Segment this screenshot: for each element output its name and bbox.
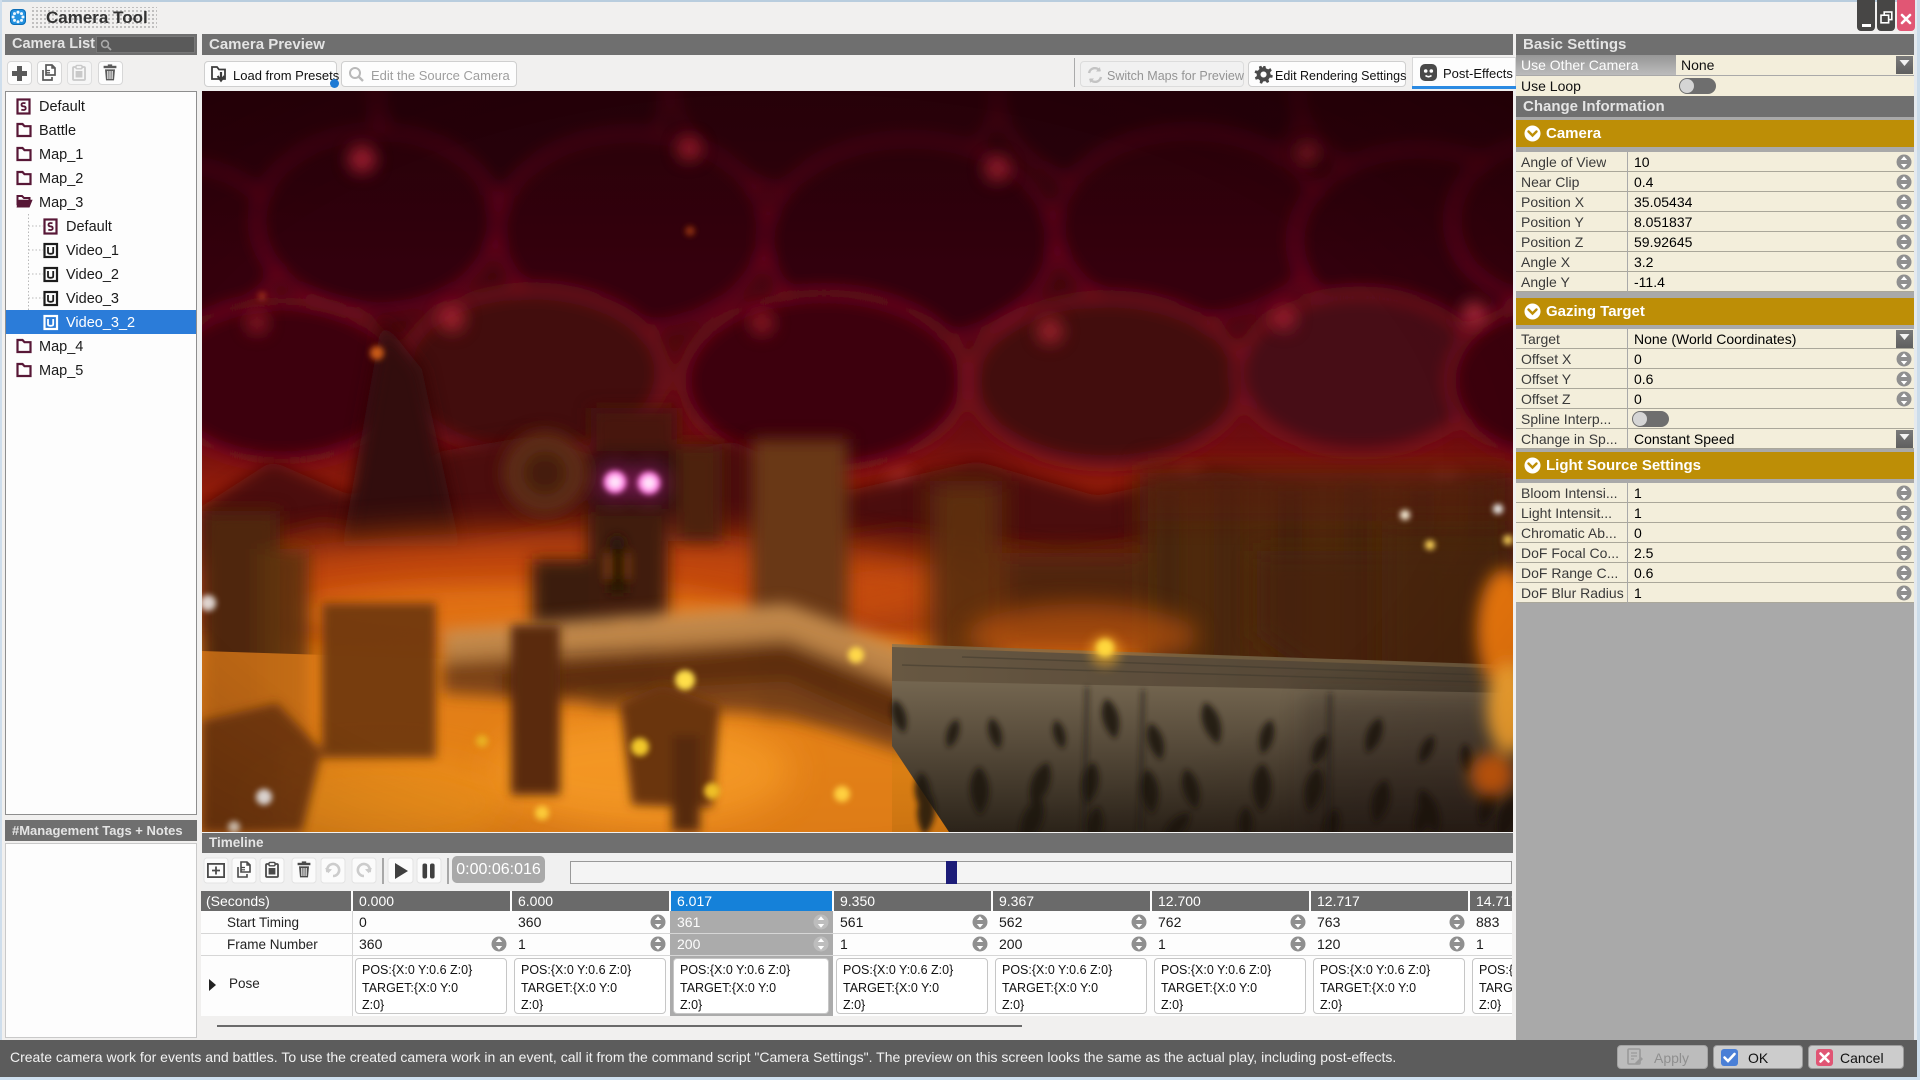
svg-text:Video_3: Video_3	[66, 291, 119, 307]
svg-text:Video_2: Video_2	[66, 267, 119, 283]
svg-text:Map_2: Map_2	[39, 171, 83, 187]
svg-text:Map_4: Map_4	[39, 339, 83, 355]
svg-text:Map_3: Map_3	[39, 195, 83, 211]
svg-text:Video_1: Video_1	[66, 243, 119, 259]
svg-text:Map_1: Map_1	[39, 147, 83, 163]
svg-text:Default: Default	[39, 99, 85, 115]
svg-text:Default: Default	[66, 219, 112, 235]
svg-text:Video_3_2: Video_3_2	[66, 315, 135, 331]
svg-text:Battle: Battle	[39, 123, 76, 139]
svg-text:Map_5: Map_5	[39, 363, 83, 379]
